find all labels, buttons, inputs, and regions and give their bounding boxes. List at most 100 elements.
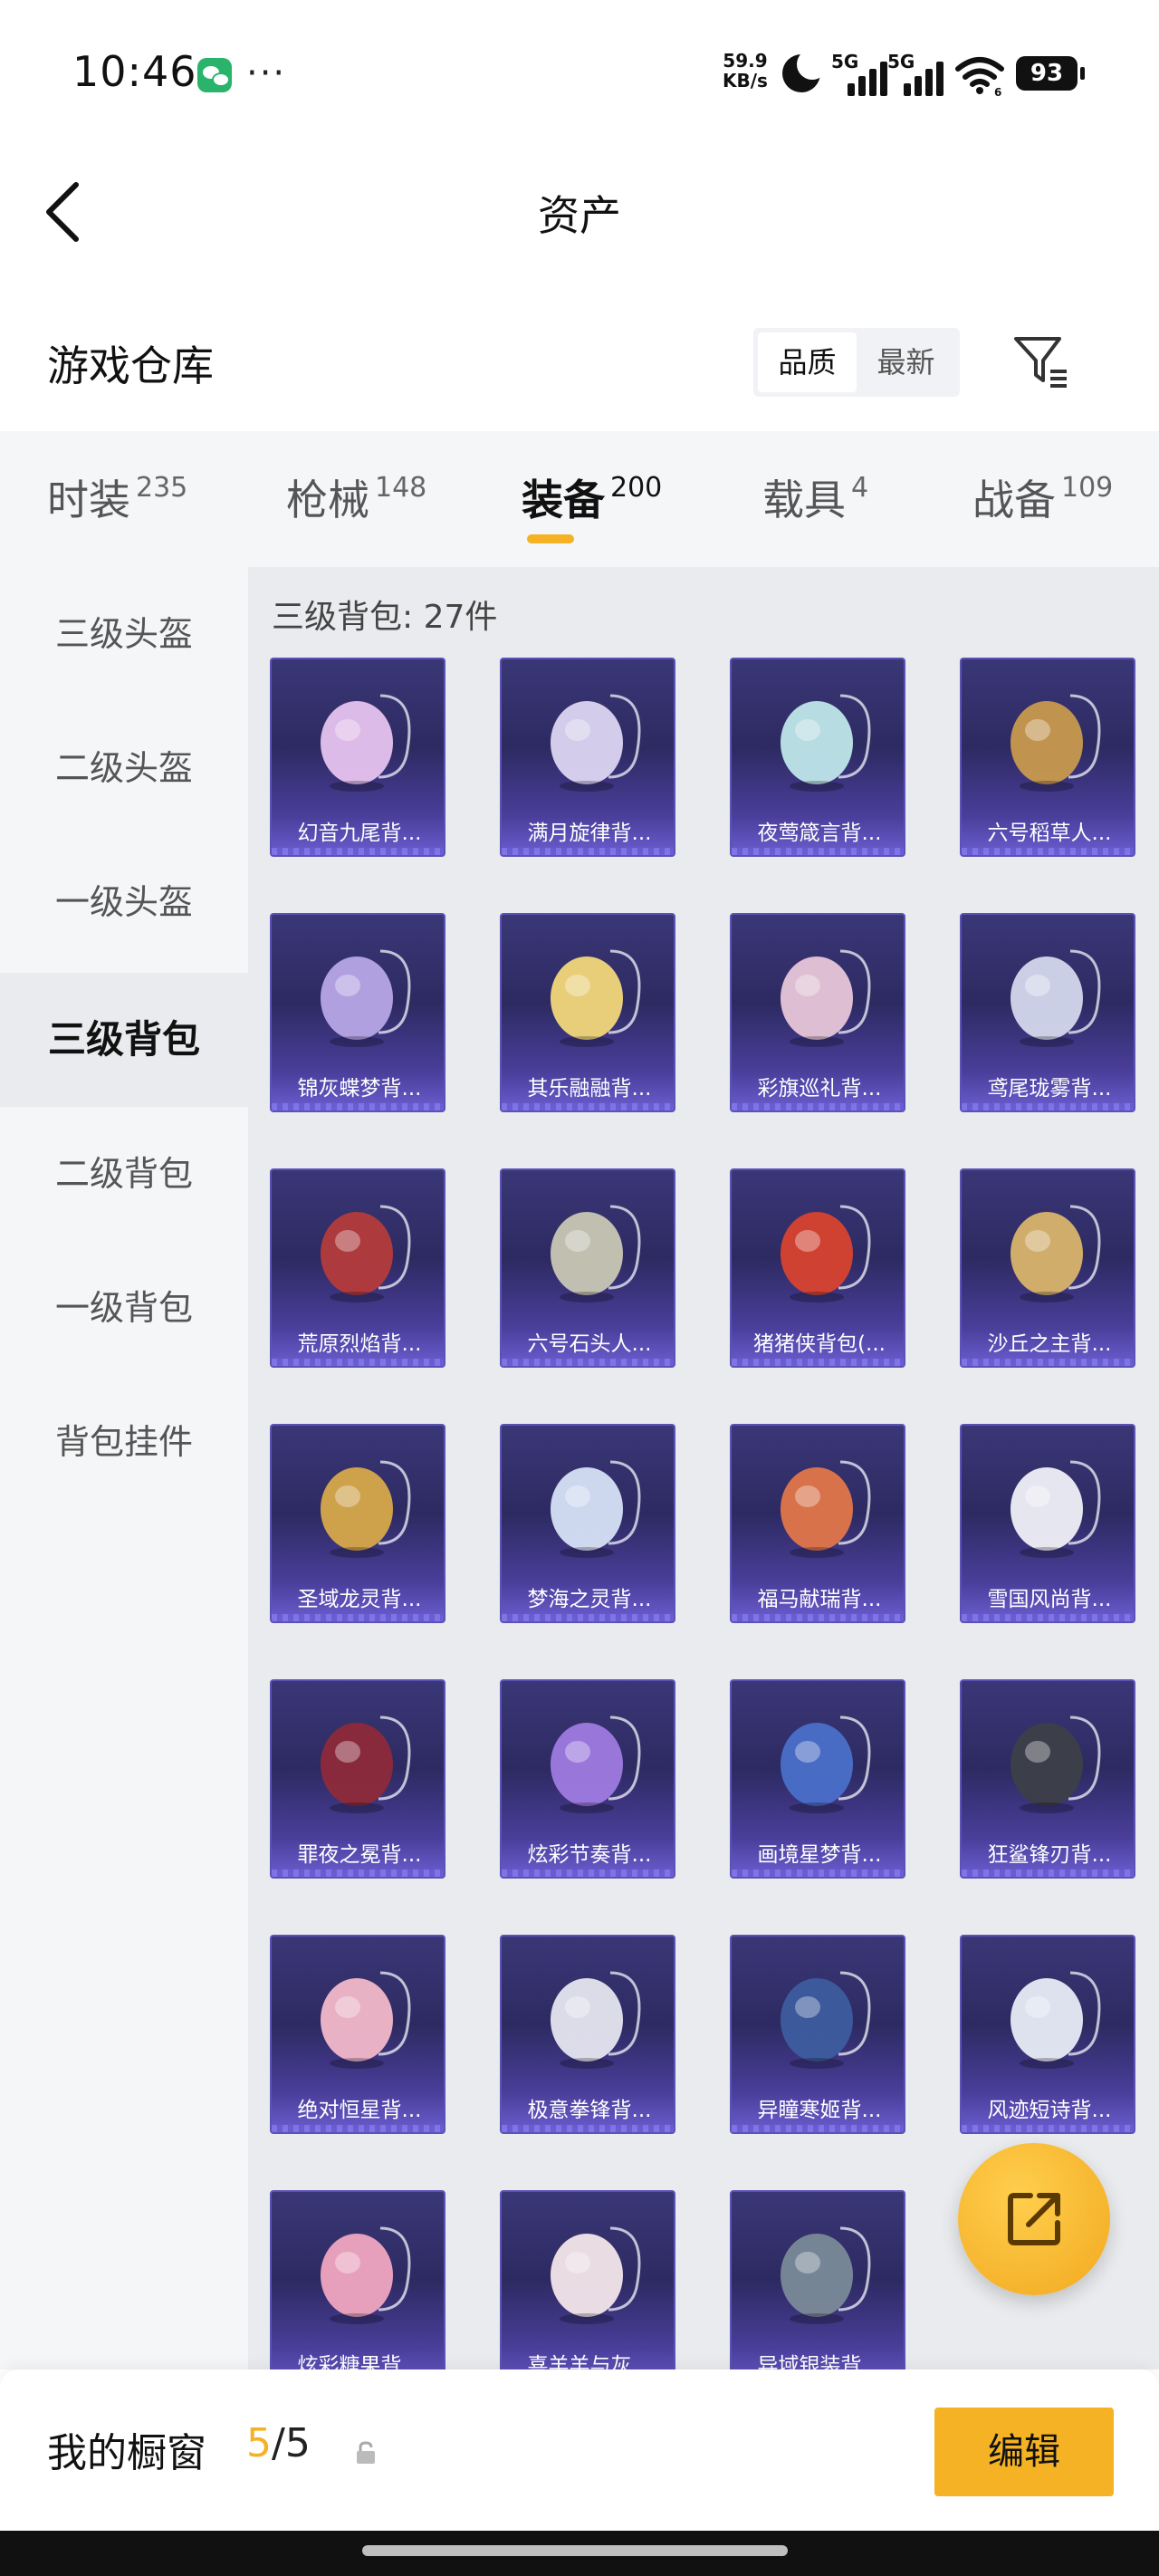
horse-backpack-icon [781,1460,871,1558]
sidebar-item-lv3-helmet[interactable]: 三级头盔 [0,567,248,701]
tab-guns[interactable]: 枪械 148 [286,467,426,540]
quality-stripe [502,848,674,855]
item-card[interactable]: 喜羊羊与灰... [500,2190,675,2369]
item-card[interactable]: 福马献瑞背... [730,1424,905,1623]
item-card[interactable]: 彩旗巡礼背... [730,913,905,1112]
item-card[interactable]: 鸢尾珑雾背... [960,913,1135,1112]
quality-stripe [502,1359,674,1366]
more-dots-icon: ··· [246,53,287,94]
net-speed-value: 59.9 [723,50,768,72]
tab-combat-supplies[interactable]: 战备 109 [972,467,1113,540]
item-card[interactable]: 风迹短诗背... [960,1935,1135,2134]
sidebar-item-backpack-charm[interactable]: 背包挂件 [0,1375,248,1509]
wind-poem-backpack-icon [1011,1971,1101,2069]
item-card[interactable]: 其乐融融背... [500,913,675,1112]
item-name: 罪夜之冕背... [297,1843,422,1867]
item-name: 梦海之灵背... [527,1588,652,1611]
moon-melody-backpack-icon [551,694,641,792]
share-floating-button[interactable] [958,2143,1110,2295]
item-name: 夜莺箴言背... [757,822,882,845]
item-card[interactable]: 雪国风尚背... [960,1424,1135,1623]
quality-stripe [962,1103,1134,1110]
showcase-bar: 我的橱窗 5/5 编辑 [0,2369,1159,2531]
sidebar-item-lv2-helmet[interactable]: 二级头盔 [0,701,248,835]
dune-backpack-icon [1011,1205,1101,1302]
fist-backpack-icon [551,1971,641,2069]
sheep-backpack-icon [551,2226,641,2324]
quality-stripe [732,1614,904,1621]
item-name: 六号石头人... [527,1332,652,1356]
item-card[interactable]: 绝对恒星背... [270,1935,445,2134]
item-name: 圣域龙灵背... [297,1588,422,1611]
sidebar-item-lv3-backpack[interactable]: 三级背包 [0,973,248,1107]
status-bar: 10:46 ··· 59.9 KB/s 5G 5G 6 93 [0,0,1159,145]
wechat-icon [197,58,232,92]
tab-equipment[interactable]: 装备 200 [522,467,662,540]
signal-2-label: 5G [887,51,915,72]
donut-backpack-icon [321,2226,411,2324]
item-card[interactable]: 幻音九尾背... [270,658,445,857]
item-card[interactable]: 狂鲨锋刃背... [960,1679,1135,1879]
item-name: 炫彩糖果背... [297,2354,422,2369]
signal-icon-sim1: 5G [831,51,895,96]
item-name: 画境星梦背... [757,1843,882,1867]
item-card[interactable]: 夜莺箴言背... [730,658,905,857]
item-card[interactable]: 锦灰蝶梦背... [270,913,445,1112]
item-name: 狂鲨锋刃背... [987,1843,1112,1867]
signal-1-label: 5G [831,51,859,72]
tab-label: 时装 [47,476,130,524]
sidebar-item-lv1-backpack[interactable]: 一级背包 [0,1241,248,1375]
item-card[interactable]: 罪夜之冕背... [270,1679,445,1879]
share-icon [1008,2193,1060,2245]
item-card[interactable]: 猪猪侠背包(... [730,1168,905,1368]
sort-option-quality[interactable]: 品质 [758,332,857,392]
stone-man-backpack-icon [551,1205,641,1302]
item-card[interactable]: 梦海之灵背... [500,1424,675,1623]
item-card[interactable]: 极意拳锋背... [500,1935,675,2134]
item-card[interactable]: 画境星梦背... [730,1679,905,1879]
butterfly-backpack-icon [321,949,411,1047]
showcase-count-total: /5 [272,2420,311,2466]
sort-option-newest[interactable]: 最新 [857,332,955,392]
tab-count: 109 [1061,472,1114,504]
tab-vehicles[interactable]: 载具 4 [762,467,868,540]
quality-stripe [272,1103,444,1110]
filter-icon[interactable] [1012,333,1070,389]
item-name: 沙丘之主背... [987,1332,1112,1356]
item-card[interactable]: 沙丘之主背... [960,1168,1135,1368]
item-card[interactable]: 炫彩节奏背... [500,1679,675,1879]
item-card[interactable]: 异瞳寒姬背... [730,1935,905,2134]
sidebar-item-lv2-backpack[interactable]: 二级背包 [0,1107,248,1241]
tab-fashion[interactable]: 时装 235 [47,467,187,540]
group-title: 三级背包: 27件 [272,599,498,636]
item-card[interactable]: 荒原烈焰背... [270,1168,445,1368]
dream-sea-backpack-icon [551,1460,641,1558]
item-card[interactable]: 异域银装背... [730,2190,905,2369]
tab-count: 235 [136,472,188,504]
subcategory-sidebar: 三级头盔 二级头盔 一级头盔 三级背包 二级背包 一级背包 背包挂件 [0,567,248,2369]
sidebar-item-lv1-helmet[interactable]: 一级头盔 [0,835,248,969]
sort-toggle: 品质 最新 [753,328,960,397]
network-speed: 59.9 KB/s [723,51,768,91]
item-card[interactable]: 圣域龙灵背... [270,1424,445,1623]
tab-label: 战备 [972,476,1056,524]
quality-stripe [732,2125,904,2132]
showcase-count: 5/5 [246,2420,311,2466]
item-card[interactable]: 六号稻草人... [960,658,1135,857]
quality-stripe [962,1614,1134,1621]
quality-stripe [502,1103,674,1110]
status-time: 10:46 [72,47,197,96]
item-name: 彩旗巡礼背... [757,1077,882,1101]
tab-count: 148 [375,472,427,504]
home-indicator[interactable] [362,2545,788,2556]
quality-stripe [272,1614,444,1621]
item-card[interactable]: 六号石头人... [500,1168,675,1368]
do-not-disturb-moon-icon [782,49,828,92]
item-card[interactable]: 满月旋律背... [500,658,675,857]
edit-button[interactable]: 编辑 [934,2408,1114,2496]
cake-backpack-icon [551,949,641,1047]
item-card[interactable]: 炫彩糖果背... [270,2190,445,2369]
item-name: 异域银装背... [757,2354,882,2369]
item-name: 六号稻草人... [987,822,1112,845]
item-name: 炫彩节奏背... [527,1843,652,1867]
